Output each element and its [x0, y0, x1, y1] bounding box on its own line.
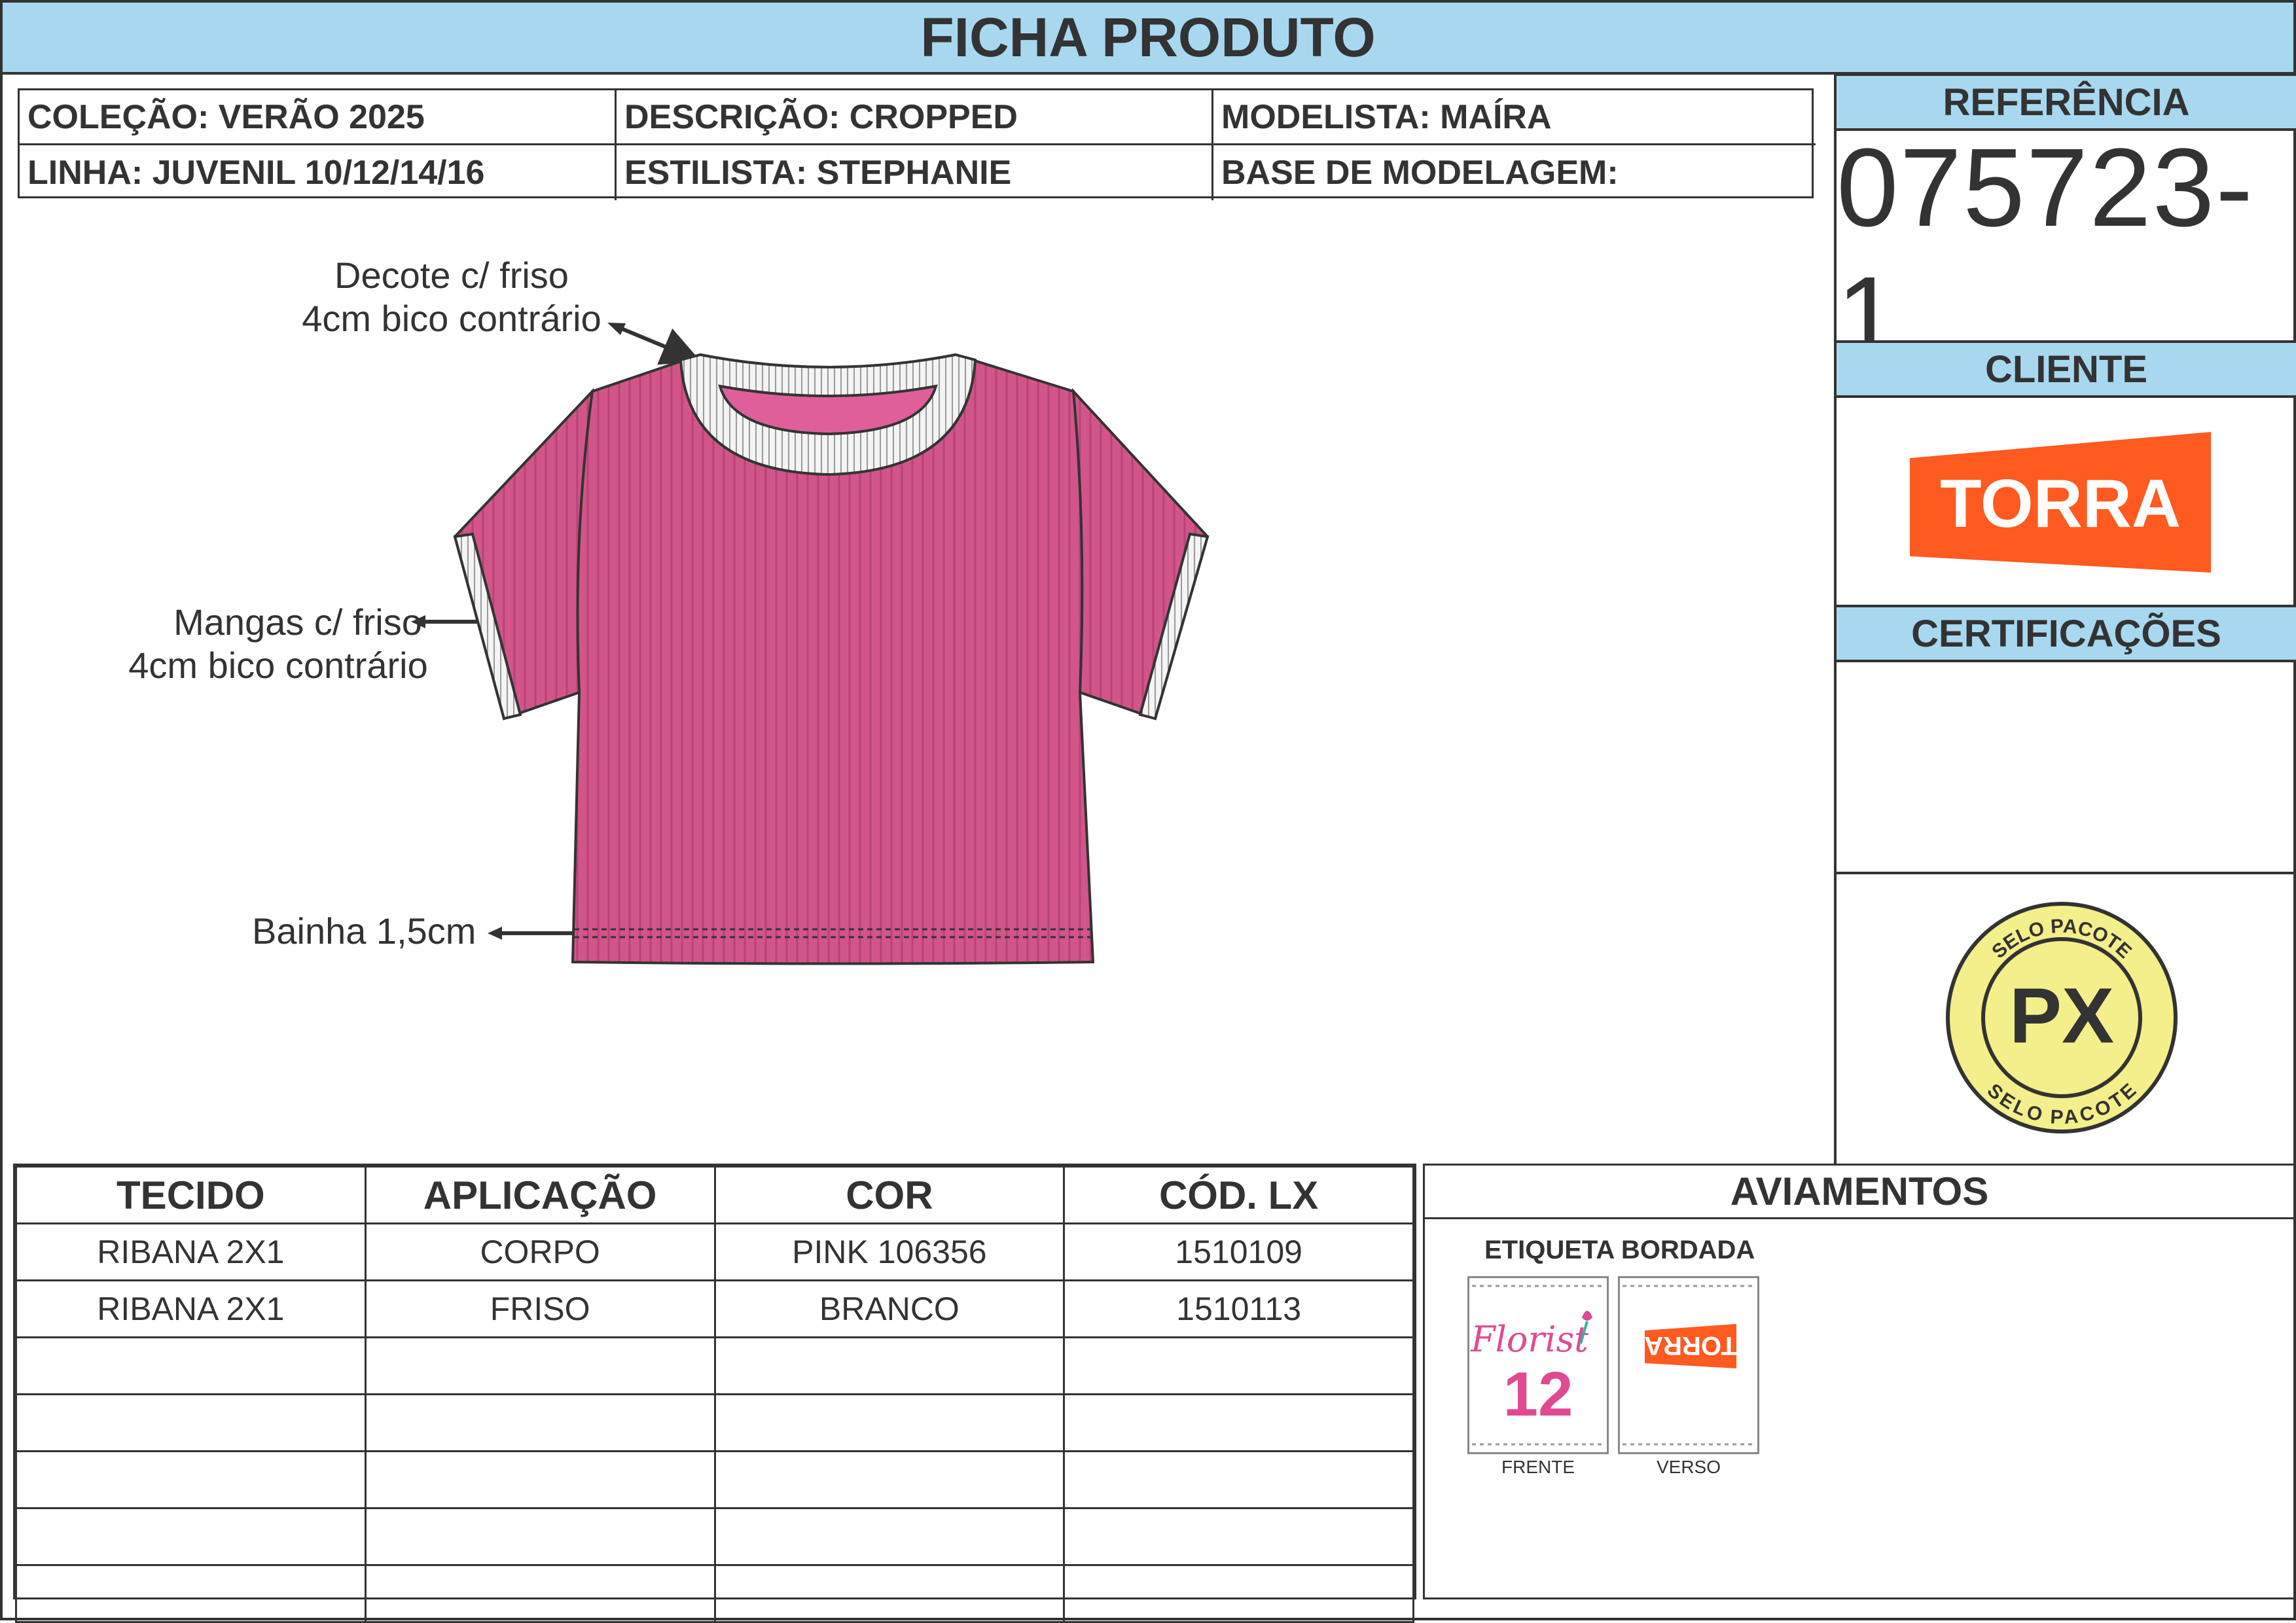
table-row: RIBANA 2X1 FRISO BRANCO 1510113 — [15, 1279, 1414, 1338]
table-cell — [15, 1507, 367, 1566]
table-cell — [364, 1564, 716, 1623]
table-cell — [15, 1450, 367, 1509]
table-cell: 1510109 — [1063, 1222, 1414, 1281]
table-cell — [1063, 1450, 1414, 1509]
table-cell — [713, 1564, 1066, 1623]
table-cell — [713, 1507, 1066, 1566]
table-cell — [713, 1450, 1066, 1509]
table-cell — [364, 1336, 716, 1395]
table-cell — [1063, 1393, 1414, 1452]
table-cell — [364, 1507, 716, 1566]
verso-caption: VERSO — [1656, 1457, 1721, 1477]
back-brand-text: TORRA — [1644, 1331, 1736, 1360]
table-cell — [15, 1393, 367, 1452]
table-cell: PINK 106356 — [713, 1222, 1066, 1281]
fabric-table-header: TECIDO APLICAÇÃO COR CÓD. LX — [15, 1166, 1414, 1224]
table-cell — [1063, 1336, 1414, 1395]
table-cell — [364, 1450, 716, 1509]
fabric-table: TECIDO APLICAÇÃO COR CÓD. LX RIBANA 2X1 … — [13, 1164, 1416, 1623]
cropped-tshirt-sketch — [453, 353, 1210, 965]
table-row — [15, 1507, 1414, 1566]
table-cell: RIBANA 2X1 — [15, 1279, 367, 1338]
table-cell — [15, 1336, 367, 1395]
table-cell: BRANCO — [713, 1279, 1066, 1338]
frente-caption: FRENTE — [1501, 1457, 1575, 1477]
table-row: RIBANA 2X1 CORPO PINK 106356 1510109 — [15, 1222, 1414, 1281]
table-cell — [15, 1564, 367, 1623]
table-row — [15, 1393, 1414, 1452]
florist-brand-text: Florist — [1470, 1319, 1588, 1360]
table-cell: 1510113 — [1063, 1279, 1414, 1338]
table-cell — [713, 1393, 1066, 1452]
table-cell — [364, 1393, 716, 1452]
header-aplicacao: APLICAÇÃO — [364, 1166, 716, 1224]
aviamentos-header: AVIAMENTOS — [1425, 1166, 2294, 1219]
header-tecido: TECIDO — [15, 1166, 367, 1224]
label-back: TORRA — [1618, 1276, 1759, 1454]
table-cell — [713, 1336, 1066, 1395]
header-cod-lx: CÓD. LX — [1063, 1166, 1414, 1224]
table-cell: FRISO — [364, 1279, 716, 1338]
table-cell: CORPO — [364, 1222, 716, 1281]
table-row — [15, 1336, 1414, 1395]
table-cell — [1063, 1564, 1414, 1623]
header-cor: COR — [713, 1166, 1066, 1224]
table-cell: RIBANA 2X1 — [15, 1222, 367, 1281]
table-row — [15, 1564, 1414, 1623]
label-front: Florist 12 — [1467, 1276, 1609, 1454]
etiqueta-title: ETIQUETA BORDADA — [1484, 1236, 1755, 1264]
label-size-text: 12 — [1503, 1359, 1573, 1429]
table-row — [15, 1450, 1414, 1509]
table-cell — [1063, 1507, 1414, 1566]
